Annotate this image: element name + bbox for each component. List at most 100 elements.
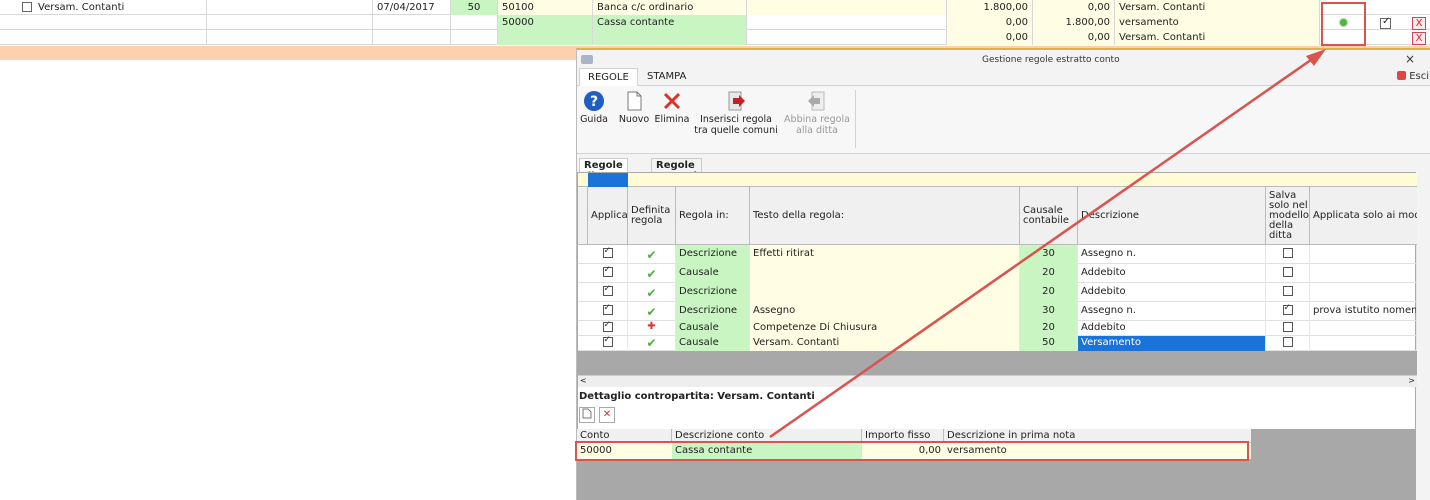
row-conto: 50000 <box>498 15 593 30</box>
filter-selected-cell[interactable] <box>588 173 628 187</box>
descrizione-cell[interactable]: Assegno n. <box>1078 245 1266 264</box>
applica-checkbox[interactable] <box>602 284 613 296</box>
applicata-cell[interactable] <box>1310 245 1417 264</box>
col-definita-regola[interactable]: Definita regola <box>628 187 676 245</box>
salva-checkbox[interactable] <box>1282 248 1293 258</box>
descrizione-cell[interactable]: Addebito <box>1078 283 1266 302</box>
rule-applied-checkbox[interactable]: ✓ <box>1380 16 1391 29</box>
applicata-cell[interactable] <box>1310 321 1417 336</box>
exit-icon <box>1397 71 1407 80</box>
filter-row[interactable] <box>578 173 1417 187</box>
testo-cell[interactable] <box>750 264 1020 283</box>
table-row[interactable]: ✚ Causale Competenze Di Chiusura 20 Adde… <box>578 321 1417 336</box>
table-row[interactable]: ✔ Descrizione Effetti ritirat 30 Assegno… <box>578 245 1417 264</box>
descrizione-cell[interactable]: Addebito <box>1078 264 1266 283</box>
tab-regole[interactable]: REGOLE <box>579 68 638 86</box>
descrizione-cell[interactable]: Assegno n. <box>1078 302 1266 321</box>
regola-in-cell[interactable]: Causale <box>676 336 750 351</box>
new-document-icon <box>582 408 592 419</box>
row-causale: 50 <box>451 0 498 15</box>
row-nota: Versam. Contanti <box>1115 0 1320 15</box>
row-dare: 1.800,00 <box>947 0 1033 15</box>
table-row[interactable]: ✔ Descrizione 20 Addebito <box>578 283 1417 302</box>
new-document-icon <box>627 91 642 111</box>
causale-cell[interactable]: 20 <box>1020 283 1078 302</box>
row-description: Versam. Contanti <box>38 2 125 13</box>
tab-stampa[interactable]: STAMPA <box>639 68 694 86</box>
col-salva-solo[interactable]: Salva solo nel modello della ditta <box>1266 187 1310 245</box>
delete-row-button[interactable]: X <box>1412 17 1426 30</box>
applica-checkbox[interactable] <box>602 336 613 347</box>
salva-checkbox[interactable] <box>1282 337 1293 347</box>
detail-delete-button[interactable]: ✕ <box>599 407 615 423</box>
nuovo-button[interactable]: Nuovo <box>617 90 651 125</box>
detail-new-button[interactable] <box>579 407 595 423</box>
table-row[interactable]: ✔ Descrizione Assegno 30 Assegno n. prov… <box>578 302 1417 321</box>
regola-in-cell[interactable]: Descrizione <box>676 283 750 302</box>
col-descrizione[interactable]: Descrizione <box>1078 187 1266 245</box>
causale-cell[interactable]: 30 <box>1020 245 1078 264</box>
applica-checkbox[interactable] <box>602 246 613 258</box>
causale-cell[interactable]: 20 <box>1020 264 1078 283</box>
scroll-right-icon[interactable]: > <box>1408 376 1415 385</box>
testo-cell[interactable]: Versam. Contanti <box>750 336 1020 351</box>
tab-regole-comuni[interactable]: Regole comuni <box>651 158 702 182</box>
applicata-cell[interactable] <box>1310 283 1417 302</box>
detail-grid: Conto Descrizione conto Importo fisso De… <box>577 429 1416 500</box>
annotation-highlight-detail <box>575 441 1249 461</box>
descrizione-cell-selected[interactable]: Versamento <box>1078 336 1266 351</box>
table-row[interactable]: ✔ Causale Versam. Contanti 50 Versamento <box>578 336 1417 351</box>
dialog-title: Gestione regole estratto conto <box>982 55 1120 65</box>
regola-in-cell[interactable]: Descrizione <box>676 302 750 321</box>
row-nota: versamento <box>1115 15 1320 30</box>
testo-cell[interactable]: Assegno <box>750 302 1020 321</box>
table-row[interactable]: ✔ Causale 20 Addebito <box>578 264 1417 283</box>
row-conto: 50100 <box>498 0 593 15</box>
row-avere: 0,00 <box>1033 30 1115 45</box>
applica-checkbox[interactable] <box>602 265 613 277</box>
inserisci-regola-button[interactable]: Inserisci regola tra quelle comuni <box>693 90 779 136</box>
applicata-cell[interactable] <box>1310 336 1417 351</box>
applicata-cell[interactable] <box>1310 264 1417 283</box>
pin-icon: ✚ <box>647 321 656 332</box>
abbina-regola-button[interactable]: Abbina regola alla ditta <box>781 90 853 136</box>
causale-cell[interactable]: 50 <box>1020 336 1078 351</box>
check-icon: ✔ <box>646 248 657 262</box>
delete-row-button[interactable]: X <box>1412 32 1426 45</box>
testo-cell[interactable]: Competenze Di Chiusura <box>750 321 1020 336</box>
causale-cell[interactable]: 20 <box>1020 321 1078 336</box>
table-row[interactable]: Versam. Contanti 07/04/2017 50 50100 Ban… <box>0 0 1430 15</box>
regola-in-cell[interactable]: Causale <box>676 321 750 336</box>
horizontal-scrollbar[interactable]: < > <box>578 375 1417 387</box>
col-testo-regola[interactable]: Testo della regola: <box>750 187 1020 245</box>
applica-checkbox[interactable] <box>602 321 613 332</box>
causale-cell[interactable]: 30 <box>1020 302 1078 321</box>
table-row[interactable]: 0,00 0,00 Versam. Contanti <box>0 30 1430 45</box>
guida-button[interactable]: ? Guida <box>579 90 609 125</box>
elimina-button[interactable]: Elimina <box>653 90 691 125</box>
close-icon[interactable]: × <box>1405 52 1415 66</box>
applica-checkbox[interactable] <box>602 303 613 315</box>
applicata-cell[interactable]: prova istutito nomem <box>1310 302 1417 321</box>
salva-checkbox[interactable] <box>1282 267 1293 277</box>
table-row[interactable]: 50000 Cassa contante 0,00 1.800,00 versa… <box>0 15 1430 30</box>
col-applicata-solo[interactable]: Applicata solo ai mod <box>1310 187 1417 245</box>
salva-checkbox[interactable] <box>1282 303 1293 315</box>
dialog-title-bar: Gestione regole estratto conto × <box>577 48 1430 68</box>
row-avere: 0,00 <box>1033 0 1115 15</box>
exit-button[interactable]: Esci <box>1397 71 1429 82</box>
row-checkbox[interactable] <box>22 2 32 12</box>
salva-checkbox[interactable] <box>1282 286 1293 296</box>
testo-cell[interactable] <box>750 283 1020 302</box>
salva-checkbox[interactable] <box>1282 322 1293 332</box>
col-regola-in[interactable]: Regola in: <box>676 187 750 245</box>
regola-in-cell[interactable]: Descrizione <box>676 245 750 264</box>
tab-regole-ditta[interactable]: Regole ditta <box>579 158 628 182</box>
descrizione-cell[interactable]: Addebito <box>1078 321 1266 336</box>
col-causale[interactable]: Causale contabile <box>1020 187 1078 245</box>
testo-cell[interactable]: Effetti ritirat <box>750 245 1020 264</box>
annotation-highlight-status <box>1321 2 1366 46</box>
regola-in-cell[interactable]: Causale <box>676 264 750 283</box>
scroll-left-icon[interactable]: < <box>580 376 587 385</box>
col-applica[interactable]: Applica <box>588 187 628 245</box>
